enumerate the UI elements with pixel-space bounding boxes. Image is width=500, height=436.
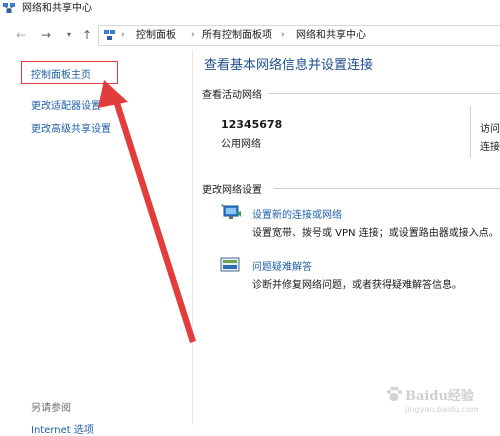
title-bar: 网络和共享中心 [0, 0, 500, 18]
back-arrow-icon[interactable]: ← [14, 24, 28, 46]
sidebar: 控制面板主页 更改适配器设置 更改高级共享设置 另请参阅 Internet 选项 [0, 50, 190, 436]
breadcrumb-all-items[interactable]: 所有控制面板项 [202, 26, 272, 45]
section-divider [268, 93, 500, 94]
troubleshoot-problems-link[interactable]: 问题疑难解答 [252, 258, 312, 273]
network-info-divider [470, 106, 471, 158]
main-content: 查看基本网络信息并设置连接 查看活动网络 12345678 公用网络 访问 连接… [194, 50, 500, 425]
see-also-heading: 另请参阅 [31, 403, 71, 414]
troubleshoot-icon [220, 257, 240, 272]
control-panel-icon [104, 30, 115, 40]
up-arrow-icon[interactable]: ↑ [80, 24, 94, 46]
watermark-brand: Baidu经验 [405, 389, 474, 404]
section-divider [274, 188, 500, 189]
active-networks-heading: 查看活动网络 [202, 90, 262, 101]
access-type-label: 访问 [480, 124, 500, 135]
breadcrumb-network-center[interactable]: 网络和共享中心 [296, 26, 366, 45]
breadcrumb-separator: › [281, 30, 285, 40]
breadcrumb-separator: › [121, 30, 125, 40]
page-title: 查看基本网络信息并设置连接 [204, 58, 374, 73]
pane-divider [192, 50, 193, 425]
troubleshoot-problems-description: 诊断并修复网络问题，或者获得疑难解答信息。 [252, 280, 462, 291]
window-title: 网络和共享中心 [22, 3, 92, 14]
setup-new-connection-link[interactable]: 设置新的连接或网络 [252, 206, 342, 221]
watermark-url: jingyan.baidu.com [405, 405, 479, 414]
forward-arrow-icon[interactable]: → [39, 24, 53, 46]
network-name: 12345678 [221, 118, 283, 131]
change-adapter-settings-link[interactable]: 更改适配器设置 [31, 97, 101, 112]
change-settings-heading: 更改网络设置 [202, 185, 262, 196]
connections-label: 连接 [480, 142, 500, 153]
navigation-bar: ← → ▾ ↑ › 控制面板 › 所有控制面板项 › 网络和共享中心 [0, 24, 500, 46]
breadcrumb-separator: › [191, 30, 195, 40]
paw-logo-icon [387, 386, 402, 401]
network-center-icon [3, 3, 15, 13]
recent-locations-chevron-icon[interactable]: ▾ [62, 24, 76, 46]
breadcrumb-control-panel[interactable]: 控制面板 [136, 26, 176, 45]
baidu-watermark: Baidu经验 jingyan.baidu.com [383, 383, 495, 421]
network-type-link[interactable]: 公用网络 [221, 135, 261, 150]
internet-options-link[interactable]: Internet 选项 [31, 421, 94, 436]
new-connection-icon [221, 204, 241, 219]
annotation-highlight-box [21, 61, 118, 84]
address-input[interactable]: › 控制面板 › 所有控制面板项 › 网络和共享中心 [98, 25, 500, 46]
setup-new-connection-description: 设置宽带、拨号或 VPN 连接；或设置路由器或接入点。 [252, 228, 499, 239]
change-advanced-sharing-link[interactable]: 更改高级共享设置 [31, 120, 111, 135]
